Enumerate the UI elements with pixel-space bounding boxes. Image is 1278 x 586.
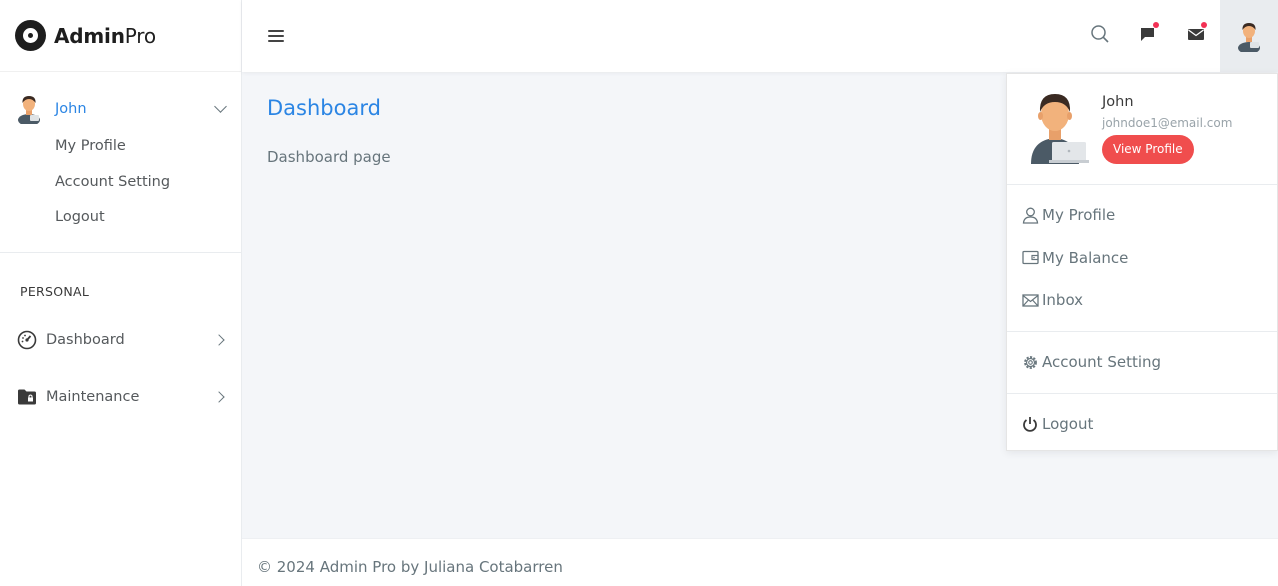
sidebar-item-label: Maintenance	[46, 389, 140, 405]
user-avatar-icon	[18, 96, 40, 124]
envelope-icon	[1021, 291, 1039, 309]
user-icon	[1021, 206, 1039, 224]
brand-name: AdminPro	[54, 23, 156, 48]
chevron-right-icon	[213, 334, 225, 346]
dropdown-item-account-setting[interactable]: Account Setting	[1007, 341, 1277, 384]
notification-dot	[1153, 22, 1159, 28]
chevron-down-icon	[214, 100, 227, 113]
dashboard-gauge-icon	[17, 330, 37, 350]
dropdown-group-logout: Logout	[1007, 394, 1277, 455]
dropdown-item-my-balance[interactable]: My Balance	[1007, 237, 1277, 280]
menu-icon[interactable]	[268, 30, 284, 42]
sidebar-link-account-setting[interactable]: Account Setting	[0, 165, 241, 201]
gear-icon	[1021, 353, 1039, 371]
page-body-text: Dashboard page	[267, 148, 391, 166]
dropdown-item-my-profile[interactable]: My Profile	[1007, 194, 1277, 237]
dropdown-user-name: John	[1102, 94, 1134, 110]
chevron-right-icon	[213, 391, 225, 403]
sidebar-user-name: John	[55, 101, 87, 117]
search-icon[interactable]	[1088, 22, 1112, 46]
topbar	[242, 0, 1278, 72]
sidebar-item-maintenance[interactable]: Maintenance	[0, 369, 241, 426]
wallet-icon	[1021, 249, 1039, 267]
dropdown-group-settings: Account Setting	[1007, 332, 1277, 394]
user-dropdown-menu: John johndoe1@email.com View Profile My …	[1006, 73, 1278, 451]
dropdown-item-inbox[interactable]: Inbox	[1007, 279, 1277, 322]
user-menu-button[interactable]	[1220, 0, 1278, 72]
power-icon	[1021, 415, 1039, 433]
user-avatar-large	[1031, 94, 1089, 164]
dropdown-user-email: johndoe1@email.com	[1102, 116, 1233, 130]
page-title: Dashboard	[267, 96, 381, 120]
sidebar-user-toggle[interactable]: John	[0, 94, 241, 124]
sidebar-section-label: PERSONAL	[20, 283, 90, 299]
sidebar-item-label: Dashboard	[46, 332, 125, 348]
dropdown-item-label: Inbox	[1042, 291, 1084, 310]
dropdown-item-label: My Profile	[1042, 206, 1116, 225]
dropdown-item-label: Account Setting	[1042, 353, 1162, 371]
user-avatar-icon	[1238, 23, 1260, 52]
view-profile-button[interactable]: View Profile	[1102, 135, 1194, 164]
dropdown-user-card: John johndoe1@email.com View Profile	[1007, 74, 1277, 185]
dropdown-group-account: My Profile My Balance Inbox	[1007, 185, 1277, 332]
footer-copyright: © 2024 Admin Pro by Juliana Cotabarren	[257, 558, 563, 576]
notification-dot	[1201, 22, 1207, 28]
message-flag-icon[interactable]	[1136, 22, 1160, 46]
folder-lock-icon	[17, 387, 37, 407]
mail-icon[interactable]	[1184, 22, 1208, 46]
dropdown-item-logout[interactable]: Logout	[1007, 403, 1277, 446]
sidebar: AdminPro John My Profile Account Setting…	[0, 0, 242, 586]
dropdown-item-label: Logout	[1042, 415, 1094, 433]
sidebar-link-my-profile[interactable]: My Profile	[0, 129, 241, 165]
sidebar-item-dashboard[interactable]: Dashboard	[0, 312, 241, 369]
dropdown-item-label: My Balance	[1042, 248, 1129, 267]
sidebar-user-block: John My Profile Account Setting Logout	[0, 72, 241, 253]
brand-logo[interactable]: AdminPro	[0, 0, 241, 72]
logo-icon	[15, 20, 46, 51]
footer: © 2024 Admin Pro by Juliana Cotabarren	[242, 538, 1278, 586]
sidebar-link-logout[interactable]: Logout	[0, 200, 241, 236]
